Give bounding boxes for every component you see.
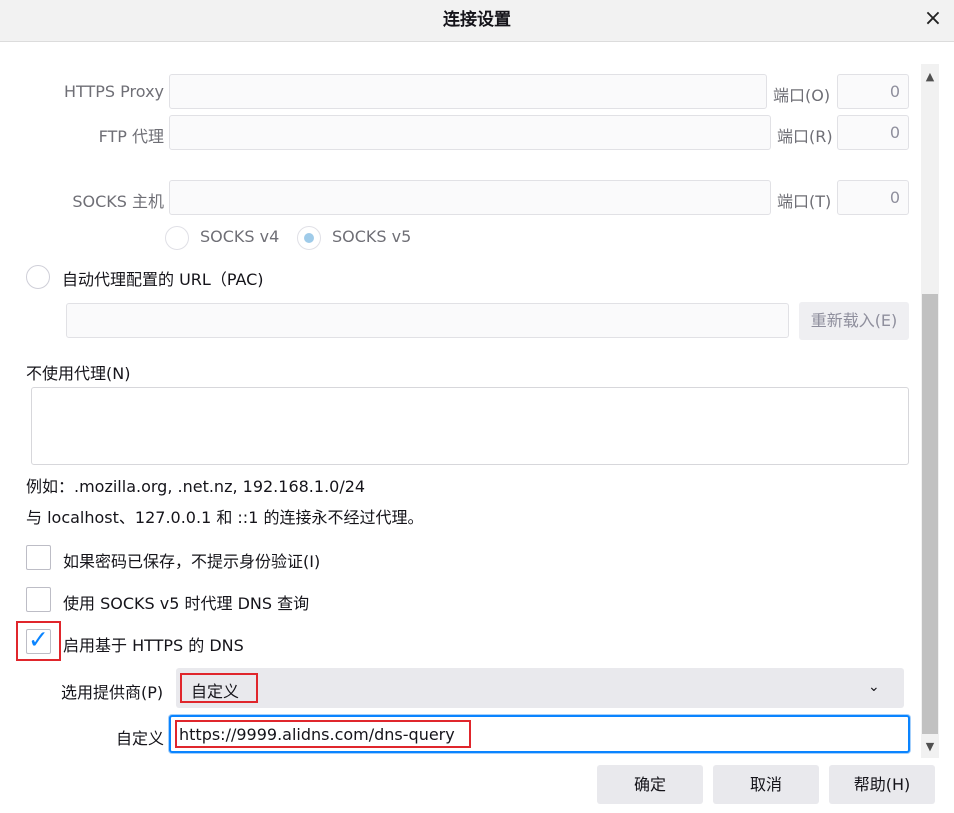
chevron-down-icon: ⌄: [868, 679, 880, 695]
no-auth-prompt-checkbox[interactable]: [26, 545, 51, 570]
custom-url-label: 自定义: [116, 729, 165, 748]
close-icon[interactable]: ×: [912, 0, 954, 42]
pac-url-input[interactable]: [66, 303, 789, 338]
no-proxy-note: 与 localhost、127.0.0.1 和 ::1 的连接永不经过代理。: [26, 508, 424, 527]
socks-dns-label: 使用 SOCKS v5 时代理 DNS 查询: [63, 594, 310, 613]
socks-v4-radio[interactable]: [165, 226, 189, 250]
reload-button[interactable]: 重新载入(E): [799, 302, 909, 340]
https-port-input[interactable]: [837, 74, 909, 109]
doh-checkbox[interactable]: ✓: [26, 625, 51, 654]
socks-dns-checkbox[interactable]: [26, 587, 51, 612]
doh-label: 启用基于 HTTPS 的 DNS: [63, 636, 244, 655]
pac-radio[interactable]: [26, 265, 50, 289]
provider-label: 选用提供商(P): [61, 683, 164, 702]
ftp-port-label: 端口(R): [777, 127, 833, 146]
scroll-down-icon[interactable]: ▼: [921, 736, 939, 758]
pac-label: 自动代理配置的 URL（PAC): [62, 270, 264, 289]
ok-button[interactable]: 确定: [597, 765, 703, 804]
no-auth-prompt-label: 如果密码已保存，不提示身份验证(I): [63, 552, 321, 571]
checkmark-icon: ✓: [28, 625, 49, 654]
socks-v5-radio[interactable]: [297, 226, 321, 250]
provider-selected-value: 自定义: [191, 682, 240, 701]
socks-host-label: SOCKS 主机: [72, 192, 164, 211]
socks-port-input[interactable]: [837, 180, 909, 215]
scroll-up-icon[interactable]: ▲: [921, 66, 939, 88]
https-proxy-label: HTTPS Proxy: [63, 82, 164, 101]
scrollbar-thumb[interactable]: [922, 294, 938, 734]
help-button[interactable]: 帮助(H): [829, 765, 935, 804]
socks-v5-label: SOCKS v5: [332, 227, 412, 246]
https-port-label: 端口(O): [773, 86, 831, 105]
ftp-proxy-input[interactable]: [169, 115, 771, 150]
provider-select[interactable]: [176, 668, 904, 708]
no-proxy-label: 不使用代理(N): [26, 364, 131, 383]
socks-host-input[interactable]: [169, 180, 771, 215]
no-proxy-textarea[interactable]: [31, 387, 909, 465]
ftp-proxy-label: FTP 代理: [98, 127, 164, 146]
cancel-button[interactable]: 取消: [713, 765, 819, 804]
socks-v4-label: SOCKS v4: [200, 227, 280, 246]
no-proxy-example: 例如：.mozilla.org, .net.nz, 192.168.1.0/24: [26, 477, 366, 496]
https-proxy-input[interactable]: [169, 74, 767, 109]
socks-port-label: 端口(T): [777, 192, 832, 211]
dialog-title: 连接设置: [443, 10, 511, 30]
radio-selected-dot: [304, 233, 314, 243]
ftp-port-input[interactable]: [837, 115, 909, 150]
custom-url-highlight: [175, 720, 471, 748]
